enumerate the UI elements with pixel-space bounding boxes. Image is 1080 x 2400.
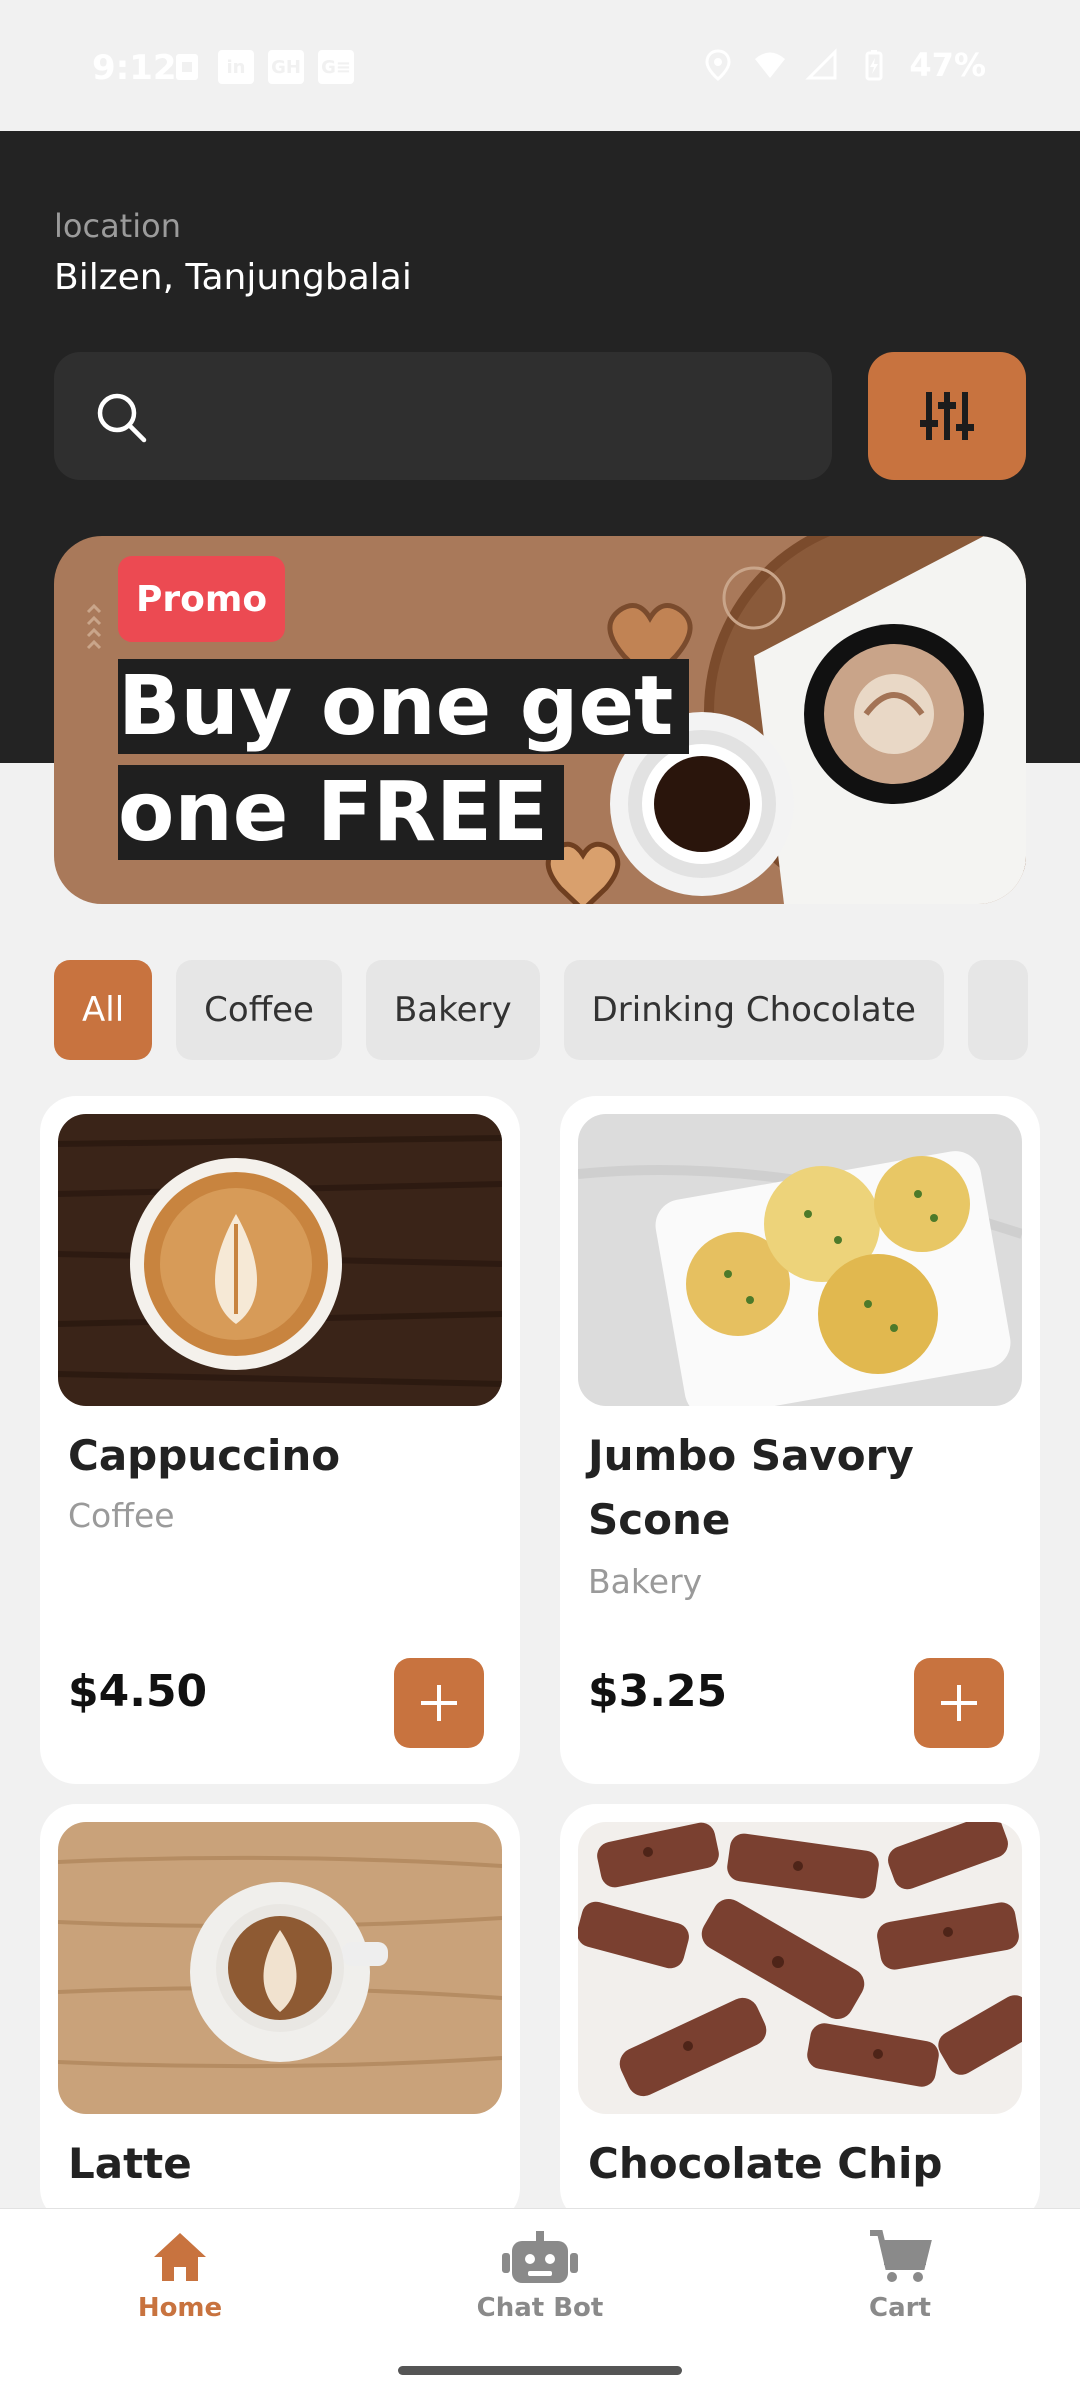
add-to-cart-button[interactable] [394, 1658, 484, 1748]
system-icons: 47% [701, 46, 986, 84]
home-indicator[interactable] [398, 2366, 682, 2375]
signal-icon [805, 48, 837, 80]
notification-icons: in GH G≡ [170, 50, 354, 84]
wifi-icon [755, 52, 786, 78]
product-name: Cappuccino [68, 1431, 341, 1480]
product-card-latte[interactable]: Latte [40, 1804, 520, 2224]
product-name: Chocolate Chip [588, 2139, 943, 2188]
cart-icon [870, 2230, 932, 2282]
product-category: Bakery [588, 1562, 703, 1601]
product-image [578, 1114, 1022, 1406]
location-value[interactable]: Bilzen, Tanjungbalai [54, 257, 412, 298]
promo-banner[interactable]: Promo Buy one get one FREE [54, 536, 1026, 904]
status-time: 9:12 [92, 48, 177, 88]
product-name: Latte [68, 2139, 192, 2188]
gmail-icon: G≡ [318, 50, 354, 84]
sim-icon [176, 54, 198, 80]
product-image [58, 1114, 502, 1406]
home-icon [154, 2233, 206, 2281]
search-icon [97, 393, 147, 443]
product-image [578, 1822, 1022, 2114]
product-card-cappuccino[interactable]: Cappuccino Coffee $4.50 [40, 1096, 520, 1784]
product-price: $3.25 [588, 1666, 728, 1717]
battery-percent: 47% [909, 46, 986, 84]
promo-title: Buy one get one FREE [118, 654, 738, 866]
status-bar: 9:12 in GH G≡ 47% [0, 0, 1080, 131]
product-card-chocolate-chip[interactable]: Chocolate Chip [560, 1804, 1040, 2224]
add-to-cart-button[interactable] [914, 1658, 1004, 1748]
category-chip-drinking-chocolate[interactable]: Drinking Chocolate [563, 960, 944, 1060]
nav-cart[interactable]: Cart [790, 2229, 1010, 2349]
category-chip-bakery[interactable]: Bakery [365, 960, 540, 1060]
location-label: location [54, 207, 181, 245]
location-icon [705, 49, 731, 81]
robot-icon [502, 2231, 578, 2283]
product-image [58, 1822, 502, 2114]
product-price: $4.50 [68, 1666, 208, 1717]
nav-home-label: Home [137, 2293, 223, 2323]
linkedin-icon: in [218, 50, 254, 84]
category-tabs: All Coffee Bakery Drinking Chocolate [54, 960, 1080, 1060]
product-name: Jumbo Savory Scone [588, 1431, 914, 1544]
github-icon: GH [268, 50, 304, 84]
category-chip-all[interactable]: All [54, 960, 153, 1060]
product-category: Coffee [68, 1496, 175, 1535]
promo-title-line2: one FREE [118, 765, 565, 860]
product-card-jumbo-savory-scone[interactable]: Jumbo Savory Scone Bakery $3.25 [560, 1096, 1040, 1784]
promo-badge: Promo [118, 556, 286, 642]
promo-title-line1: Buy one get [118, 659, 690, 754]
category-chip-more[interactable] [967, 960, 1028, 1060]
sliders-icon [920, 392, 974, 440]
battery-icon [865, 50, 883, 81]
search-input[interactable] [174, 382, 794, 450]
nav-home[interactable]: Home [70, 2229, 290, 2349]
nav-chatbot-label: Chat Bot [476, 2293, 604, 2323]
plus-icon [421, 1685, 457, 1721]
category-chip-coffee[interactable]: Coffee [176, 960, 342, 1060]
plus-icon [941, 1685, 977, 1721]
search-bar[interactable] [54, 352, 832, 480]
nav-chatbot[interactable]: Chat Bot [430, 2229, 650, 2349]
filter-button[interactable] [868, 352, 1026, 480]
nav-cart-label: Cart [869, 2293, 931, 2323]
